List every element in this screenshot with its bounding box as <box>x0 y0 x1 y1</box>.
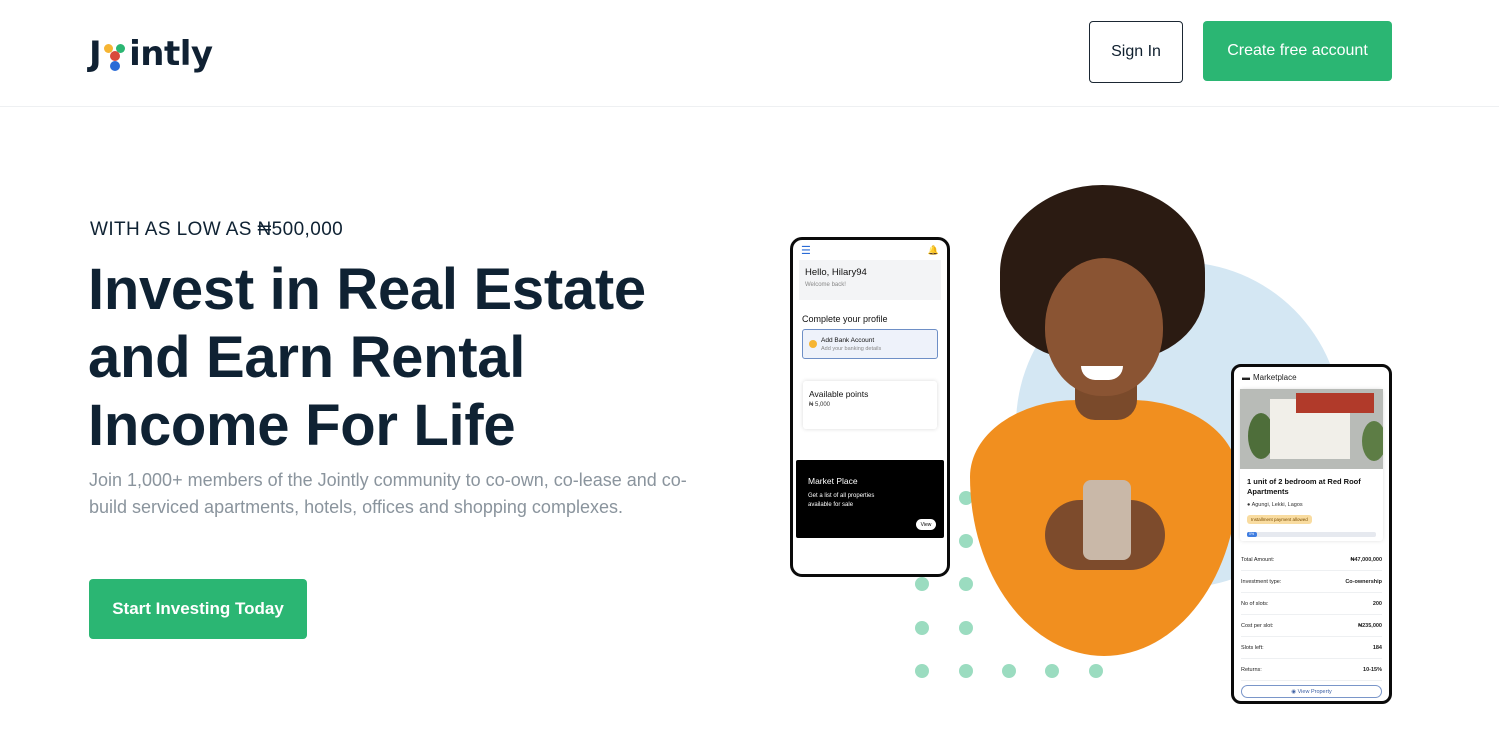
installment-badge: Installment payment allowed <box>1247 515 1312 524</box>
listing-title: 1 unit of 2 bedroom at Red Roof Apartmen… <box>1247 477 1361 496</box>
progress-text: 0% <box>1249 532 1255 536</box>
menu-icon: ☰ <box>801 244 811 257</box>
site-header: J intly Sign In Create free account <box>0 0 1499 107</box>
add-bank-account-card: Add Bank Account Add your banking detail… <box>802 329 938 359</box>
detail-row: Returns: 10-15% <box>1241 659 1382 681</box>
welcome-text: Welcome back! <box>805 282 846 288</box>
detail-label: Slots left: <box>1241 644 1264 651</box>
hero-eyebrow: WITH AS LOW AS ₦500,000 <box>90 219 344 240</box>
view-property-button: ◉ View Property <box>1241 685 1382 698</box>
marketplace-card: Market Place Get a list of all propertie… <box>796 460 944 538</box>
dashboard-phone-mockup: ☰ 🔔 Hello, Hilary94 Welcome back! Comple… <box>790 237 950 577</box>
detail-value: Co-ownership <box>1345 578 1382 585</box>
listing-location: ● Agungi, Lekki, Lagos <box>1247 502 1376 508</box>
available-points-card: Available points ₦ 5,000 <box>803 381 937 429</box>
detail-label: Cost per slot: <box>1241 622 1274 629</box>
logo-dots-icon <box>102 34 128 74</box>
points-value: ₦ 5,000 <box>809 402 831 408</box>
detail-row: Slots left: 184 <box>1241 637 1382 659</box>
location-pin-icon: ● <box>1247 502 1251 508</box>
create-account-button[interactable]: Create free account <box>1203 21 1392 81</box>
marketplace-phone-mockup: ▬ Marketplace 1 unit of 2 bedroom at Red… <box>1231 364 1392 704</box>
market-title: Market Place <box>808 476 858 486</box>
detail-label: Total Amount: <box>1241 556 1275 563</box>
detail-row: No of slots: 200 <box>1241 593 1382 615</box>
logo-prefix: J <box>89 34 102 74</box>
detail-value: 200 <box>1372 600 1382 607</box>
market-view-button: View <box>916 519 936 530</box>
start-investing-button[interactable]: Start Investing Today <box>89 579 307 639</box>
funding-progress-bar: 0% <box>1247 532 1376 537</box>
detail-label: Returns: <box>1241 666 1262 673</box>
bank-subtitle: Add your banking details <box>821 345 882 352</box>
warning-icon <box>809 340 817 348</box>
listing-card: 1 unit of 2 bedroom at Red Roof Apartmen… <box>1240 389 1383 541</box>
detail-label: No of slots: <box>1241 600 1269 607</box>
bell-icon: 🔔 <box>927 244 939 255</box>
bank-title: Add Bank Account <box>821 336 875 344</box>
detail-value: 10-15% <box>1363 666 1382 673</box>
detail-row: Cost per slot: ₦235,000 <box>1241 615 1382 637</box>
complete-profile-heading: Complete your profile <box>802 314 888 324</box>
market-desc: Get a list of all properties available f… <box>808 493 875 508</box>
view-property-label: View Property <box>1297 688 1332 695</box>
marketplace-header: Marketplace <box>1253 372 1297 382</box>
detail-value: 184 <box>1372 644 1382 651</box>
detail-row: Total Amount: ₦47,000,000 <box>1241 549 1382 571</box>
location-text: Agungi, Lekki, Lagos <box>1251 502 1303 508</box>
store-icon: ▬ <box>1242 372 1250 382</box>
hero-headline: Invest in Real Estate and Earn Rental In… <box>88 257 646 458</box>
listing-details: Total Amount: ₦47,000,000 Investment type:… <box>1241 549 1382 681</box>
jointly-logo[interactable]: J intly <box>89 30 213 74</box>
points-title: Available points <box>809 389 869 399</box>
detail-label: Investment type: <box>1241 578 1282 585</box>
greeting-card: Hello, Hilary94 Welcome back! <box>799 260 941 300</box>
logo-suffix: intly <box>129 34 213 74</box>
detail-row: Investment type: Co-ownership <box>1241 571 1382 593</box>
sign-in-button[interactable]: Sign In <box>1089 21 1183 83</box>
detail-value: ₦235,000 <box>1358 622 1382 629</box>
hero-subtext: Join 1,000+ members of the Jointly commu… <box>89 470 687 517</box>
detail-value: ₦47,000,000 <box>1350 556 1383 563</box>
property-image <box>1240 389 1383 469</box>
greeting-text: Hello, Hilary94 <box>805 267 867 278</box>
